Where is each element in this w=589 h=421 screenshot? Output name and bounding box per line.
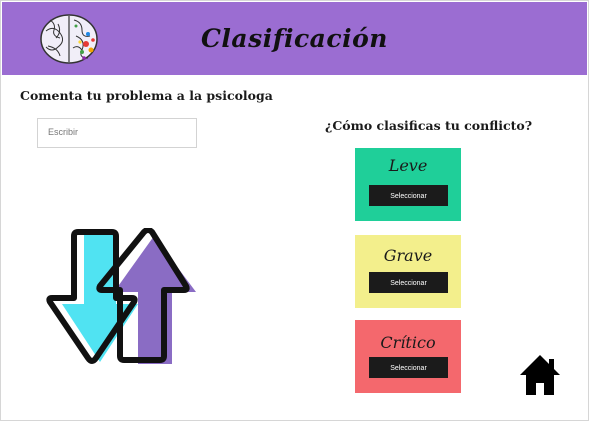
card-grave: Grave Seleccionar — [355, 235, 461, 308]
home-icon[interactable] — [518, 353, 562, 397]
card-label-grave: Grave — [383, 246, 433, 265]
select-leve-button[interactable]: Seleccionar — [369, 185, 448, 206]
card-leve: Leve Seleccionar — [355, 148, 461, 221]
classification-question: ¿Cómo clasificas tu conflicto? — [325, 118, 533, 133]
page-title: Clasificación — [201, 24, 388, 53]
problem-input[interactable]: Escribir — [37, 118, 197, 148]
card-label-critico: Crítico — [380, 333, 436, 352]
select-critico-button[interactable]: Seleccionar — [369, 357, 448, 378]
header-bar: Clasificación — [2, 2, 587, 75]
select-grave-button[interactable]: Seleccionar — [369, 272, 448, 293]
card-critico: Crítico Seleccionar — [355, 320, 461, 393]
prompt-label: Comenta tu problema a la psicologa — [20, 88, 273, 103]
card-label-leve: Leve — [388, 156, 428, 175]
up-down-arrows-icon — [46, 228, 196, 364]
